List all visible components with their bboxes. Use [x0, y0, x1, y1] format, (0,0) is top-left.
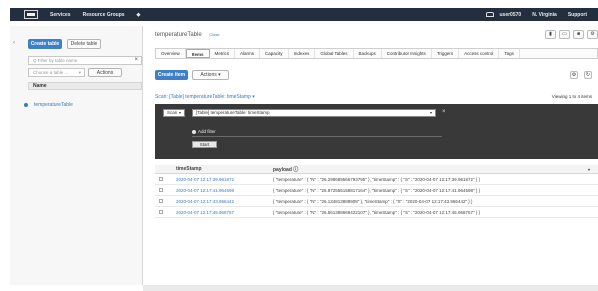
add-filter-link[interactable]: Add filter — [192, 129, 216, 134]
split-view-icon[interactable]: ▭ — [559, 30, 570, 39]
table-row[interactable]: 2020-04-07 12:17:43.966442 { "temperatur… — [155, 196, 598, 207]
table-row[interactable]: 2020-04-07 12:17:41.964598 { "temperatur… — [155, 185, 598, 196]
delete-table-button[interactable]: Delete table — [67, 39, 101, 49]
tab-global-tables[interactable]: Global Tables — [315, 49, 354, 58]
page-title: temperatureTable Close — [155, 32, 220, 38]
timestamp-link[interactable]: 2020-04-07 12:17:43.966442 — [176, 199, 273, 204]
payload-cell: { "temperature" : { "N" : "26.5613886694… — [273, 209, 481, 215]
tab-overview[interactable]: Overview — [156, 49, 186, 58]
timestamp-link[interactable]: 2020-04-07 12:17:45.968757 — [176, 210, 273, 215]
tab-access-control[interactable]: Access control — [459, 49, 500, 58]
chevron-down-icon: ▾ — [178, 110, 181, 115]
tab-items[interactable]: Items — [185, 49, 210, 58]
pin-icon[interactable]: ◆ — [137, 12, 141, 18]
scan-target-select[interactable]: [Table] temperatureTable: timeStamp ▾ — [192, 109, 436, 117]
payload-column-header[interactable]: payload ⓘ — [273, 166, 563, 173]
horizontal-scrollbar[interactable] — [143, 285, 598, 291]
tab-triggers[interactable]: Triggers — [432, 49, 460, 58]
resource-groups-menu[interactable]: Resource Groups — [83, 12, 125, 18]
tab-metrics[interactable]: Metrics — [210, 49, 236, 58]
settings-icon[interactable]: ⚙ — [587, 30, 598, 39]
row-checkbox[interactable] — [159, 199, 163, 203]
expand-icon[interactable]: ▮ — [545, 30, 556, 39]
filter-table-input[interactable]: Q Filter by table name × — [28, 56, 142, 65]
table-row[interactable]: 2020-04-07 12:17:45.968757 { "temperatur… — [155, 207, 598, 218]
timestamp-link[interactable]: 2020-04-07 12:17:39.961872 — [176, 177, 273, 182]
support-menu[interactable]: Support — [568, 12, 587, 18]
tab-bar: Overview Items Metrics Alarms Capacity I… — [155, 48, 598, 59]
payload-cell: { "temperature" : { "N" : "26.2986895667… — [273, 176, 481, 182]
close-query-icon[interactable]: × — [442, 109, 446, 115]
collapse-sidebar-icon[interactable]: ‹ — [13, 40, 15, 46]
gear-icon[interactable]: ⚙ — [570, 71, 578, 79]
scan-mode-select[interactable]: Scan ▾ — [163, 109, 185, 117]
query-divider — [192, 136, 442, 137]
panel-toolbar: ▮ ▭ ■ ⚙ — [542, 30, 598, 39]
add-icon — [192, 129, 196, 134]
chevron-down-icon: ▾ — [429, 110, 432, 115]
tables-sidebar: ‹ Create table Delete table Q Filter by … — [10, 26, 143, 285]
create-item-button[interactable]: Create item — [155, 70, 188, 80]
table-group-select[interactable]: Choose a table ... ▾ — [28, 68, 85, 77]
payload-cell: { "temperature" : { "N" : "26.8725551588… — [273, 187, 481, 193]
item-actions-button[interactable]: Actions ▾ — [192, 70, 229, 80]
table-row[interactable]: 2020-04-07 12:17:39.961872 { "temperatur… — [155, 174, 598, 185]
scan-query-toggle[interactable]: Scan: [Table] temperatureTable: timeStam… — [155, 94, 255, 100]
tab-tags[interactable]: Tags — [499, 49, 520, 58]
timestamp-link[interactable]: 2020-04-07 12:17:41.964598 — [176, 188, 273, 193]
top-navigation-bar: Services Resource Groups ◆ user0570 N. V… — [10, 8, 598, 21]
row-checkbox[interactable] — [159, 188, 163, 192]
tab-contributor-insights[interactable]: Contributor Insights — [382, 49, 432, 58]
services-menu[interactable]: Services — [50, 12, 71, 18]
tab-alarms[interactable]: Alarms — [235, 49, 261, 58]
timestamp-column-header[interactable]: timeStamp — [176, 166, 273, 172]
close-link[interactable]: Close — [209, 32, 219, 37]
refresh-icon[interactable]: ↻ — [584, 71, 592, 79]
column-chevron-icon[interactable]: ▾ — [588, 167, 590, 172]
sidebar-actions-button[interactable]: Actions — [88, 68, 122, 77]
user-menu[interactable]: user0570 — [500, 12, 522, 18]
clear-filter-icon[interactable]: × — [134, 57, 138, 64]
region-menu[interactable]: N. Virginia — [532, 12, 557, 18]
tab-capacity[interactable]: Capacity — [260, 49, 289, 58]
fullscreen-icon[interactable]: ■ — [573, 30, 584, 39]
tab-backups[interactable]: Backups — [354, 49, 382, 58]
items-table: timeStamp payload ⓘ ▾ 2020-04-07 12:17:3… — [155, 165, 598, 218]
selected-radio-icon — [24, 102, 28, 107]
table-details-panel: temperatureTable Close ▮ ▭ ■ ⚙ Overview … — [147, 26, 598, 285]
create-table-button[interactable]: Create table — [28, 39, 62, 49]
row-checkbox[interactable] — [159, 210, 163, 214]
table-header: timeStamp payload ⓘ ▾ — [155, 165, 598, 174]
chevron-down-icon: ▾ — [78, 70, 81, 75]
tab-indexes[interactable]: Indexes — [289, 49, 316, 58]
row-checkbox[interactable] — [159, 177, 163, 181]
viewing-count: Viewing 1 to 4 items — [551, 94, 592, 99]
start-search-button[interactable]: Start search — [192, 141, 217, 152]
payload-cell: { "temperature" : { "N" : "26.1348138899… — [273, 198, 473, 204]
query-builder-panel: Scan ▾ [Table] temperatureTable: timeSta… — [155, 104, 598, 159]
sidebar-table-item[interactable]: temperatureTable — [24, 101, 143, 110]
bell-icon[interactable] — [485, 12, 494, 17]
aws-logo-icon[interactable] — [24, 10, 38, 19]
name-column-header[interactable]: Name — [28, 82, 142, 90]
